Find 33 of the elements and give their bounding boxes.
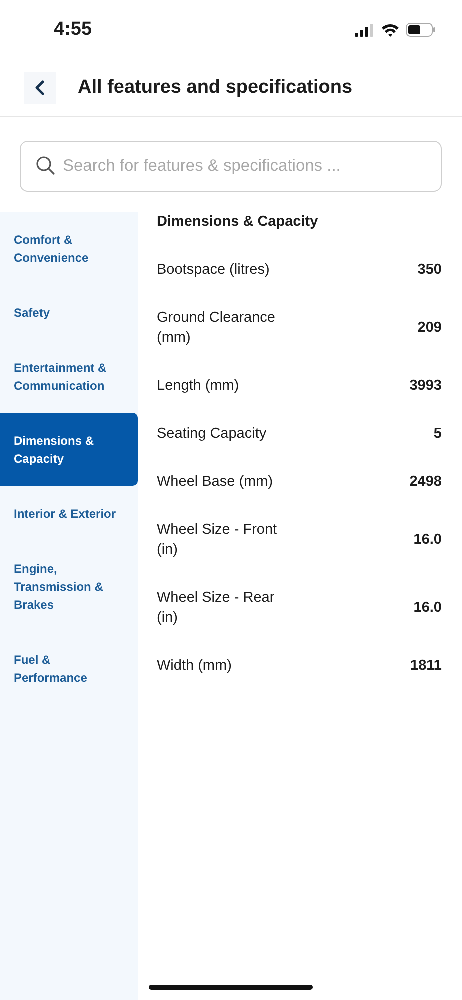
spec-value: 2498	[410, 474, 442, 490]
back-icon	[34, 80, 46, 96]
status-time: 4:55	[54, 19, 92, 41]
spec-name: Bootspace (litres)	[157, 261, 271, 280]
category-item[interactable]: Entertainment & Communication	[0, 340, 138, 413]
page-title: All features and specifications	[78, 77, 353, 99]
wifi-icon	[381, 23, 400, 37]
category-item[interactable]: Comfort & Convenience	[0, 212, 138, 285]
category-item[interactable]: Fuel & Performance	[0, 632, 138, 705]
spec-name: Wheel Size - Front (in)	[157, 521, 278, 560]
spec-name: Seating Capacity	[157, 425, 268, 444]
category-item[interactable]: Interior & Exterior	[0, 486, 138, 541]
spec-name: Length (mm)	[157, 377, 240, 396]
category-item[interactable]: Dimensions & Capacity	[0, 413, 138, 486]
category-item[interactable]: Engine, Transmission & Brakes	[0, 541, 138, 632]
battery-icon	[406, 23, 436, 37]
spec-value: 209	[418, 320, 442, 336]
spec-value: 16.0	[414, 532, 442, 548]
spec-name: Ground Clearance (mm)	[157, 309, 276, 348]
signal-icon	[355, 24, 375, 36]
spec-value: 350	[418, 262, 442, 278]
spec-name: Wheel Base (mm)	[157, 473, 274, 492]
category-item[interactable]: Safety	[0, 285, 138, 340]
spec-value: 5	[434, 426, 442, 442]
back-button[interactable]	[24, 72, 56, 104]
spec-name: Width (mm)	[157, 657, 233, 676]
spec-value: 3993	[410, 378, 442, 394]
search-field[interactable]: Search for features & specifications ...	[20, 141, 442, 192]
spec-value: 1811	[410, 658, 442, 674]
search-icon	[36, 156, 56, 176]
spec-name: Wheel Size - Rear (in)	[157, 589, 276, 628]
section-title: Dimensions & Capacity	[157, 213, 320, 232]
spec-value: 16.0	[414, 600, 442, 616]
